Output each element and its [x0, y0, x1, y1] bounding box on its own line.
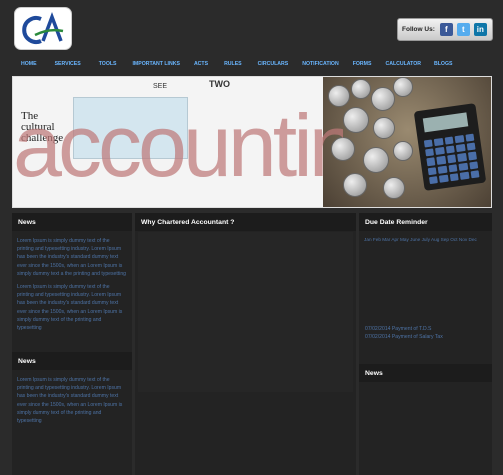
nav-acts[interactable]: ACTS: [194, 61, 208, 67]
coin: [393, 77, 413, 97]
follow-us-label: Follow Us:: [402, 26, 435, 33]
news-content: Lorem Ipsum is simply dummy text of the …: [12, 231, 132, 332]
nav-calculator[interactable]: CALCULATOR: [385, 61, 421, 67]
due-date-panel: Due Date Reminder Jan Feb Mar Apr May Ju…: [359, 213, 492, 475]
coin: [393, 141, 413, 161]
due-date-title: Due Date Reminder: [359, 213, 492, 231]
nav-important-links[interactable]: IMPORTANT LINKS: [132, 61, 179, 67]
twitter-icon[interactable]: t: [456, 23, 470, 36]
news-content-2: Lorem Ipsum is simply dummy text of the …: [12, 370, 132, 425]
facebook-icon[interactable]: f: [439, 23, 453, 36]
follow-us-box: Follow Us: f t in: [397, 18, 493, 41]
news-paragraph: Lorem Ipsum is simply dummy text of the …: [17, 284, 123, 332]
banner-accounting-word: accounting: [13, 96, 343, 195]
ca-logo-icon: [22, 12, 64, 44]
why-ca-title: Why Chartered Accountant ?: [135, 213, 356, 231]
coin: [343, 107, 369, 133]
coin: [373, 117, 395, 139]
nav-tools[interactable]: TOOLS: [99, 61, 117, 67]
coins-calculator-image: [323, 77, 491, 207]
coin: [363, 147, 389, 173]
month-selector[interactable]: Jan Feb Mar Apr May June July Aug Sep Oc…: [359, 231, 492, 242]
linkedin-icon[interactable]: in: [473, 23, 487, 36]
nav-notification[interactable]: NOTIFICATION: [302, 61, 339, 67]
nav-services[interactable]: SERVICES: [55, 61, 81, 67]
nav-home[interactable]: HOME: [21, 61, 37, 67]
news-paragraph: Lorem Ipsum is simply dummy text of the …: [17, 238, 127, 277]
news-paragraph: Lorem Ipsum is simply dummy text of the …: [17, 377, 123, 425]
nav-circulars[interactable]: CIRCULARS: [258, 61, 289, 67]
nav-rules[interactable]: RULES: [224, 61, 242, 67]
news-title-right: News: [359, 364, 492, 382]
ca-logo[interactable]: [14, 7, 72, 50]
news-title-2: News: [12, 352, 132, 370]
news-title: News: [12, 213, 132, 231]
due-date-entry[interactable]: 07/02/2014 Payment of Salary Tax: [365, 333, 485, 341]
coin: [371, 87, 395, 111]
hero-banner: The cultural challenge TWO SEE accounti: [12, 76, 492, 208]
main-nav: HOME SERVICES TOOLS IMPORTANT LINKS ACTS…: [12, 56, 491, 72]
news-panel-2: News Lorem Ipsum is simply dummy text of…: [12, 352, 132, 475]
coin: [383, 177, 405, 199]
coin: [351, 79, 371, 99]
due-date-list: 07/02/2014 Payment of T.D.S 07/02/2014 P…: [365, 325, 485, 341]
nav-blogs[interactable]: BLOGS: [434, 61, 452, 67]
why-ca-content: [138, 232, 353, 392]
calculator-image: [413, 103, 487, 191]
coin: [343, 173, 367, 197]
due-date-entry[interactable]: 07/02/2014 Payment of T.D.S: [365, 325, 485, 333]
nav-forms[interactable]: FORMS: [353, 61, 372, 67]
page: Follow Us: f t in HOME SERVICES TOOLS IM…: [0, 0, 503, 475]
